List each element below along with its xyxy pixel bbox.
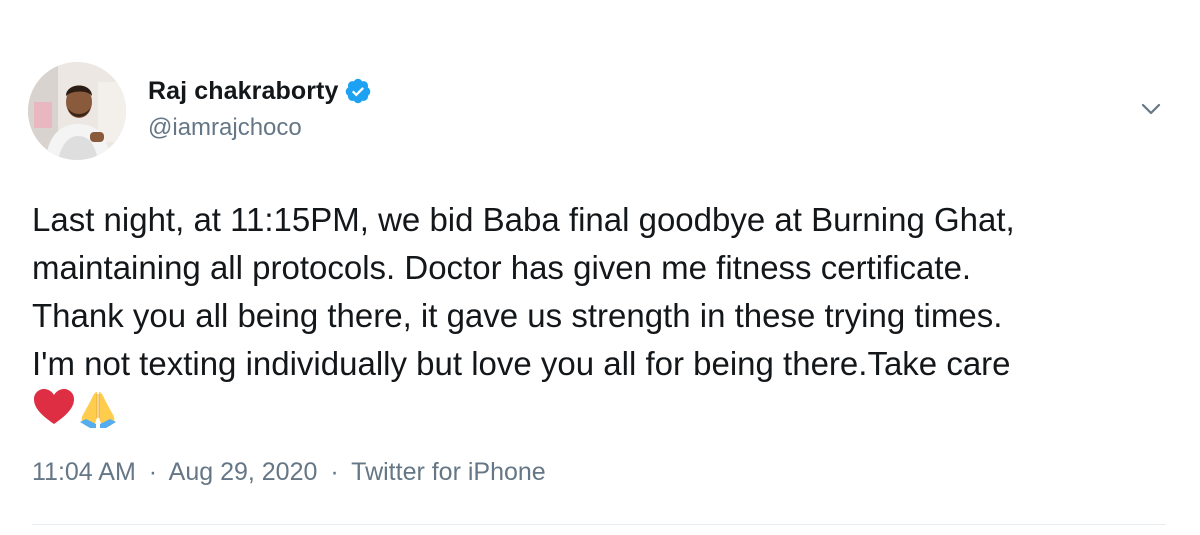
meta-separator: · bbox=[148, 458, 158, 486]
tweet-card: Raj chakraborty @iamrajchoco Last night,… bbox=[0, 0, 1200, 535]
tweet-text-line: Thank you all being there, it gave us st… bbox=[32, 297, 1003, 334]
tweet-text-line: maintaining all protocols. Doctor has gi… bbox=[32, 249, 972, 286]
folded-hands-icon bbox=[76, 386, 120, 430]
red-heart-icon bbox=[32, 386, 76, 430]
verified-badge-icon bbox=[344, 77, 372, 105]
tweet-date[interactable]: Aug 29, 2020 bbox=[169, 458, 318, 486]
tweet-meta: 11:04 AM · Aug 29, 2020 · Twitter for iP… bbox=[32, 458, 546, 487]
tweet-text: Last night, at 11:15PM, we bid Baba fina… bbox=[32, 196, 1182, 388]
meta-separator: · bbox=[330, 458, 339, 486]
display-name[interactable]: Raj chakraborty bbox=[148, 77, 338, 106]
chevron-down-icon[interactable] bbox=[1138, 96, 1164, 122]
emoji-row bbox=[32, 386, 120, 430]
tweet-time[interactable]: 11:04 AM bbox=[32, 458, 136, 486]
profile-photo-icon bbox=[28, 62, 126, 160]
tweet-source[interactable]: Twitter for iPhone bbox=[351, 458, 546, 486]
user-handle[interactable]: @iamrajchoco bbox=[148, 114, 302, 142]
divider bbox=[32, 524, 1166, 525]
name-row: Raj chakraborty bbox=[148, 74, 372, 108]
tweet-text-line: Last night, at 11:15PM, we bid Baba fina… bbox=[32, 201, 1015, 238]
tweet-text-line: I'm not texting individually but love yo… bbox=[32, 345, 1011, 382]
avatar[interactable] bbox=[28, 62, 126, 160]
